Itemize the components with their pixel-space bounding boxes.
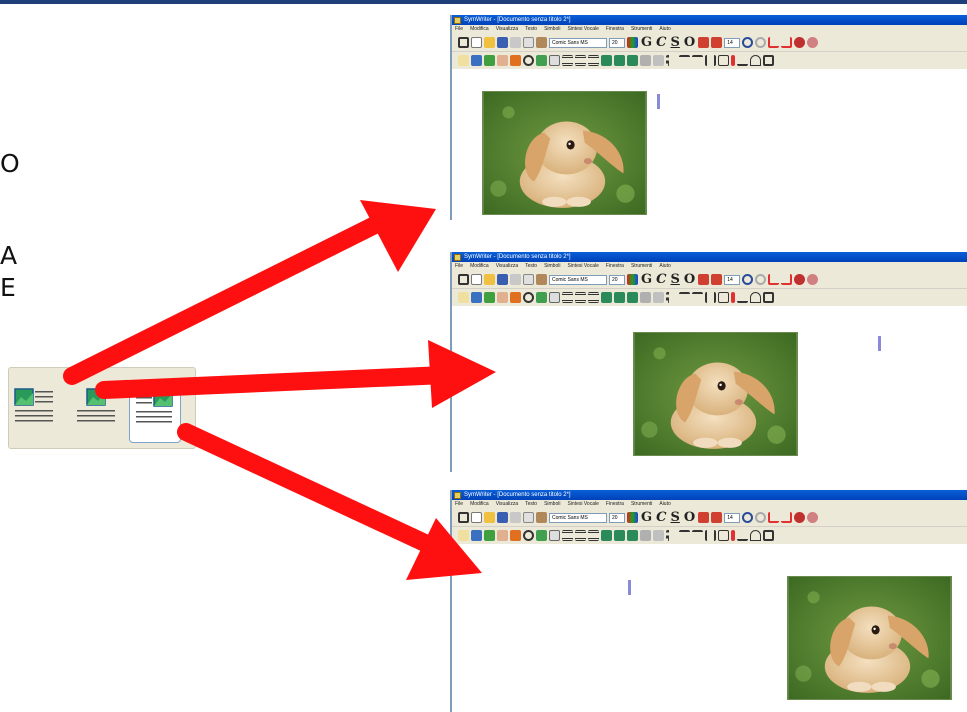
- arrow-to-center-window: [95, 340, 496, 408]
- arrow-to-right-window: [177, 423, 482, 580]
- arrow-to-left-window: [63, 200, 436, 385]
- arrows-layer: [63, 200, 496, 580]
